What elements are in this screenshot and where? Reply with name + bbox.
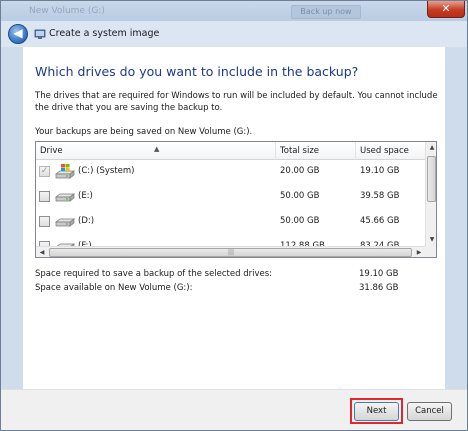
background-back-up-now-button: Back up now	[291, 5, 361, 19]
scroll-right-arrow-icon[interactable]: ▶	[413, 247, 425, 257]
drive-name: (C:) (System)	[78, 166, 135, 176]
navigation-bar: ◀ Create a system image	[1, 21, 467, 47]
space-available-label: Space available on New Volume (G:):	[35, 283, 193, 293]
scroll-down-arrow-icon[interactable]: ▼	[426, 234, 436, 246]
list-header: Drive ▲ Total size Used space	[36, 142, 425, 160]
column-header-used-space[interactable]: Used space	[356, 142, 425, 160]
close-button[interactable]: ✕	[427, 1, 465, 18]
backup-app-icon	[34, 29, 46, 39]
wizard-content: Which drives do you want to include in t…	[23, 47, 445, 389]
description-text: The drives that are required for Windows…	[35, 91, 438, 113]
drive-row[interactable]: (E:) 50.00 GB 39.58 GB	[36, 185, 425, 209]
drive-row[interactable]: (D:) 50.00 GB 45.66 GB	[36, 210, 425, 234]
drive-total-size: 50.00 GB	[280, 216, 320, 226]
drive-checkbox: ✓	[39, 166, 50, 177]
vertical-scrollbar[interactable]: ▲ ▼	[425, 142, 436, 246]
title-bar: New Volume (G:) Back up now ✕	[1, 1, 467, 21]
sort-arrow-icon: ▲	[154, 145, 160, 153]
vertical-scroll-thumb[interactable]	[427, 156, 436, 202]
drive-used-space: 39.58 GB	[360, 191, 400, 201]
horizontal-scrollbar[interactable]: ◀ ||| ▶	[36, 246, 425, 257]
cancel-button[interactable]: Cancel	[407, 402, 452, 421]
create-system-image-window: New Volume (G:) Back up now ✕ ◀ Create a…	[0, 0, 468, 431]
wizard-footer: Next Cancel	[1, 389, 467, 430]
column-header-drive-label: Drive	[40, 146, 63, 156]
scrollbar-corner	[425, 246, 436, 257]
main-heading: Which drives do you want to include in t…	[35, 64, 359, 79]
drive-used-space: 19.10 GB	[360, 166, 400, 176]
space-available-value: 31.86 GB	[359, 283, 399, 293]
next-button[interactable]: Next	[354, 402, 399, 421]
drive-name: (E:)	[78, 191, 93, 201]
scroll-up-arrow-icon[interactable]: ▲	[426, 142, 436, 154]
drive-checkbox[interactable]	[39, 216, 50, 227]
space-required-row: Space required to save a backup of the s…	[35, 269, 435, 281]
page-title: Create a system image	[49, 28, 160, 39]
drive-used-space: 45.66 GB	[360, 216, 400, 226]
space-required-label: Space required to save a backup of the s…	[35, 269, 273, 279]
column-header-drive[interactable]: Drive ▲	[36, 142, 276, 160]
back-button[interactable]: ◀	[8, 24, 28, 44]
save-location-text: Your backups are being saved on New Volu…	[35, 127, 253, 137]
column-header-total-size[interactable]: Total size	[276, 142, 356, 160]
scroll-grip-icon: |||	[228, 249, 235, 256]
drive-name: (D:)	[78, 216, 95, 226]
space-required-value: 19.10 GB	[359, 269, 399, 279]
drive-total-size: 50.00 GB	[280, 191, 320, 201]
background-window-title: New Volume (G:)	[29, 6, 105, 16]
scroll-left-arrow-icon[interactable]: ◀	[36, 247, 48, 257]
hard-drive-icon	[54, 218, 76, 227]
drive-row[interactable]: ✓ (C:) (System) 20.00 GB 19.10 GB	[36, 160, 425, 184]
drive-total-size: 20.00 GB	[280, 166, 320, 176]
hard-drive-icon	[54, 193, 76, 202]
drive-checkbox[interactable]	[39, 191, 50, 202]
space-available-row: Space available on New Volume (G:): 31.8…	[35, 283, 435, 295]
windows-drive-icon	[54, 164, 76, 179]
drive-list[interactable]: Drive ▲ Total size Used space ✓ (C:) (Sy…	[35, 141, 437, 258]
horizontal-scroll-thumb[interactable]: |||	[49, 248, 412, 257]
